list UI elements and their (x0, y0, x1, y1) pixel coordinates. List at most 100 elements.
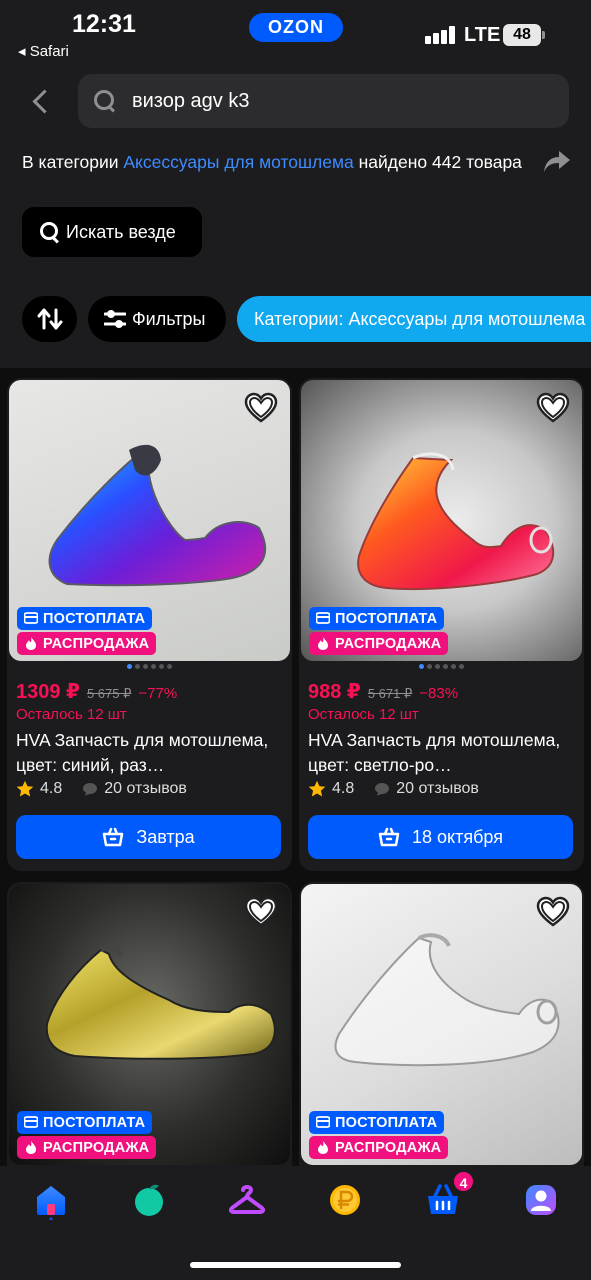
add-to-cart-button[interactable]: Завтра (16, 815, 281, 859)
cart-count-badge: 4 (452, 1170, 475, 1193)
basket-icon (378, 827, 400, 847)
sale-badge: РАСПРОДАЖА (309, 632, 449, 655)
fire-icon (318, 1141, 328, 1154)
tab-points[interactable] (325, 1180, 365, 1220)
rating-row: 4.8 20 отзывов (308, 780, 479, 798)
battery-tip (542, 31, 545, 39)
sale-label: РАСПРОДАЖА (335, 1139, 442, 1156)
product-card[interactable]: ПОСТОПЛАТА РАСПРОДАЖА (7, 882, 292, 1182)
search-icon (40, 222, 60, 242)
postpay-badge: ПОСТОПЛАТА (17, 607, 153, 630)
signal-icon (425, 26, 457, 44)
price-row: 1309 ₽ 5 675 ₽ −77% (16, 679, 177, 704)
postpay-label: ПОСТОПЛАТА (43, 610, 146, 627)
card-icon (316, 1116, 330, 1128)
comment-icon (83, 783, 98, 796)
rating-value: 4.8 (40, 780, 63, 797)
search-everywhere-label: Искать везде (66, 221, 176, 242)
rating-row: 4.8 20 отзывов (16, 780, 187, 798)
stock-left: Осталось 12 шт (16, 706, 127, 723)
card-icon (316, 612, 330, 624)
sale-badge: РАСПРОДАЖА (17, 632, 157, 655)
favorite-heart-icon[interactable] (536, 392, 570, 424)
discount: −83% (419, 685, 459, 702)
search-icon (94, 90, 116, 112)
price: 1309 ₽ (16, 681, 80, 703)
brand-pill: OZON (249, 13, 343, 42)
search-result-summary: В категории Аксессуары для мотошлема най… (22, 150, 522, 174)
tab-fashion[interactable] (227, 1180, 267, 1220)
postpay-badge: ПОСТОПЛАТА (309, 1111, 445, 1134)
reviews-count[interactable]: 20 отзывов (396, 780, 479, 798)
network-type: LTE (464, 24, 501, 46)
filters-label: Фильтры (132, 308, 206, 329)
image-pager-dots (7, 664, 292, 669)
result-suffix: найдено 442 товара (353, 152, 522, 172)
fruit-icon (135, 1184, 163, 1216)
old-price: 5 671 ₽ (367, 686, 413, 701)
postpay-label: ПОСТОПЛАТА (335, 1114, 438, 1131)
image-pager-dots (299, 664, 584, 669)
favorite-heart-icon[interactable] (244, 392, 278, 424)
home-indicator (190, 1262, 401, 1268)
card-icon (24, 612, 38, 624)
product-image[interactable]: ПОСТОПЛАТА РАСПРОДАЖА (9, 884, 290, 1165)
sale-label: РАСПРОДАЖА (43, 635, 150, 652)
product-title[interactable]: HVA Запчасть для мотошлема, цвет: синий,… (16, 728, 284, 778)
delivery-date: 18 октября (412, 826, 503, 847)
favorite-heart-icon[interactable] (536, 896, 570, 928)
search-everywhere-button[interactable]: Искать везде (22, 207, 202, 257)
sale-badge: РАСПРОДАЖА (309, 1136, 449, 1159)
favorite-heart-icon[interactable] (244, 896, 278, 928)
filter-sliders-icon (104, 310, 126, 328)
filters-button[interactable]: Фильтры (88, 296, 226, 342)
product-card[interactable]: ПОСТОПЛАТА РАСПРОДАЖА (299, 882, 584, 1182)
tab-profile[interactable] (521, 1180, 561, 1220)
result-category-link[interactable]: Аксессуары для мотошлема (123, 152, 353, 172)
sale-label: РАСПРОДАЖА (43, 1139, 150, 1156)
hanger-icon (228, 1185, 266, 1214)
fire-icon (318, 637, 328, 650)
back-button[interactable] (22, 82, 62, 122)
price: 988 ₽ (308, 681, 361, 703)
product-title[interactable]: HVA Запчасть для мотошлема, цвет: светло… (308, 728, 576, 778)
postpay-badge: ПОСТОПЛАТА (17, 1111, 153, 1134)
reviews-count[interactable]: 20 отзывов (104, 780, 187, 798)
fire-icon (26, 637, 36, 650)
status-bar: 12:31 ◂ Safari OZON LTE 48 (0, 0, 591, 70)
sort-button[interactable] (22, 296, 77, 342)
basket-icon (103, 827, 124, 847)
home-icon (37, 1186, 65, 1221)
old-price: 5 675 ₽ (86, 686, 132, 701)
back-to-safari[interactable]: ◂ Safari (18, 42, 69, 60)
product-image[interactable]: ПОСТОПЛАТА РАСПРОДАЖА (301, 884, 582, 1165)
product-card[interactable]: ПОСТОПЛАТА РАСПРОДАЖА 1309 ₽ 5 675 ₽ −77… (7, 378, 292, 871)
add-to-cart-button[interactable]: 18 октября (308, 815, 573, 859)
postpay-label: ПОСТОПЛАТА (43, 1114, 146, 1131)
product-card[interactable]: ПОСТОПЛАТА РАСПРОДАЖА 988 ₽ 5 671 ₽ −83%… (299, 378, 584, 871)
delivery-date: Завтра (136, 826, 195, 847)
battery-icon: 48 (503, 24, 541, 46)
price-row: 988 ₽ 5 671 ₽ −83% (308, 679, 458, 704)
search-box[interactable] (78, 74, 569, 128)
stock-left: Осталось 12 шт (308, 706, 419, 723)
postpay-label: ПОСТОПЛАТА (335, 610, 438, 627)
product-image[interactable]: ПОСТОПЛАТА РАСПРОДАЖА (9, 380, 290, 661)
profile-icon (526, 1185, 556, 1215)
category-chip[interactable]: Категории: Аксессуары для мотошлема (237, 296, 591, 342)
share-icon[interactable] (542, 148, 572, 176)
sale-label: РАСПРОДАЖА (335, 635, 442, 652)
search-input[interactable] (132, 74, 552, 128)
result-prefix: В категории (22, 152, 124, 172)
sort-icon (37, 308, 62, 330)
discount: −77% (138, 685, 178, 702)
tab-fresh[interactable] (129, 1180, 169, 1220)
postpay-badge: ПОСТОПЛАТА (309, 607, 445, 630)
tab-home[interactable] (31, 1180, 71, 1221)
star-icon (308, 780, 326, 797)
rating-value: 4.8 (332, 780, 355, 797)
sale-badge: РАСПРОДАЖА (17, 1136, 157, 1159)
card-icon (24, 1116, 38, 1128)
product-image[interactable]: ПОСТОПЛАТА РАСПРОДАЖА (301, 380, 582, 661)
comment-icon (375, 783, 390, 796)
